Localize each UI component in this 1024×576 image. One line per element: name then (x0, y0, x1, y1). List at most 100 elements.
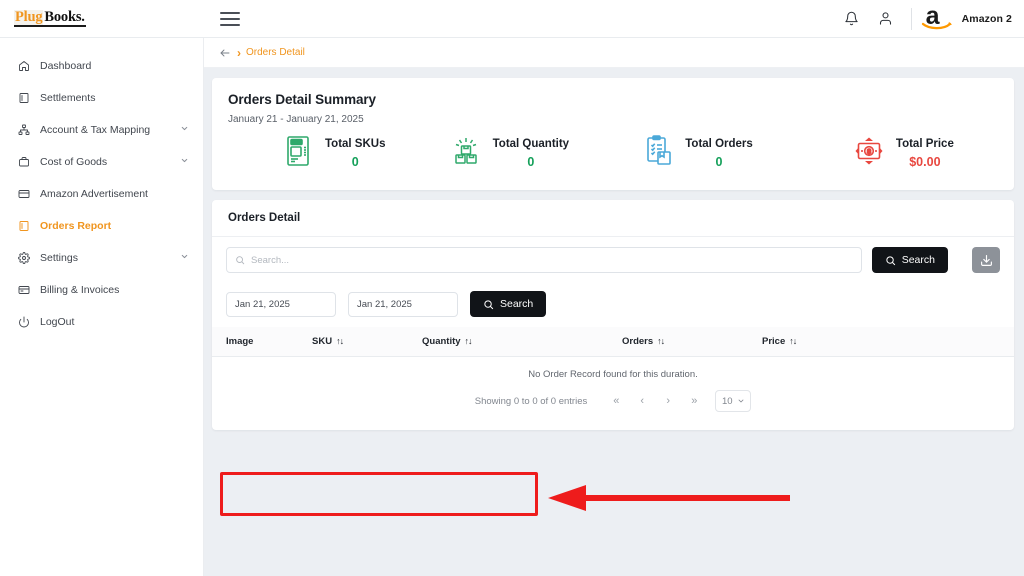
pagination-first-button[interactable]: « (603, 395, 629, 407)
orders-detail-panel: Orders Detail Search... Search Jan 21, 2… (212, 200, 1014, 516)
rows-per-page-value: 10 (721, 395, 733, 407)
sidebar-item-dashboard[interactable]: Dashboard (0, 50, 203, 82)
sidebar-item-cost-of-goods[interactable]: Cost of Goods (0, 146, 203, 178)
column-header-image[interactable]: Image (212, 327, 312, 357)
chevron-down-icon[interactable] (180, 156, 189, 168)
sidebar-item-amazon-advertisement[interactable]: Amazon Advertisement (0, 178, 203, 210)
table-header: Image SKU ↑↓ Quantity ↑↓ Orders ↑↓ Price ↑↓ (212, 327, 1014, 357)
svg-text:$: $ (867, 148, 871, 155)
logo-plug-text: Plug (14, 9, 44, 27)
chevron-down-icon[interactable] (180, 124, 189, 136)
chevron-down-icon[interactable] (180, 252, 189, 264)
sidebar: Dashboard Settlements Account & Tax Mapp… (0, 38, 204, 576)
stat-total-orders: Total Orders 0 (608, 135, 803, 172)
column-header-quantity[interactable]: Quantity ↑↓ (422, 327, 622, 357)
stat-label: Total Quantity (492, 138, 570, 150)
main-content: › Orders Detail Orders Detail Summary Ja… (204, 38, 1024, 576)
logo-books-text: Books. (43, 9, 86, 27)
top-bar: Plug Books. a Amazon 2 (0, 0, 1024, 38)
panel-title: Orders Detail (212, 200, 1014, 237)
stat-total-skus: SKU Total SKUs 0 (228, 135, 414, 172)
user-icon[interactable] (869, 0, 903, 38)
sidebar-item-label: Orders Report (40, 220, 112, 232)
stat-value: $0.00 (909, 155, 941, 169)
date-range-toolbar: Jan 21, 2025 Jan 21, 2025 Search (212, 283, 1014, 327)
report-icon (18, 220, 36, 232)
column-label: Orders (622, 336, 654, 347)
sidebar-item-orders-report[interactable]: Orders Report (0, 210, 203, 242)
sidebar-item-label: Dashboard (40, 60, 92, 72)
date-search-button[interactable]: Search (470, 291, 547, 317)
marketplace-selector[interactable]: a Amazon 2 (920, 3, 1012, 32)
date-from-input[interactable]: Jan 21, 2025 (226, 291, 336, 317)
date-to-input[interactable]: Jan 21, 2025 (348, 291, 458, 317)
search-button[interactable]: Search (871, 247, 948, 273)
summary-stats: SKU Total SKUs 0 Total Quantity 0 Total … (228, 135, 998, 172)
book-icon (18, 92, 36, 104)
sidebar-item-label: Settlements (40, 92, 96, 104)
sidebar-item-label: Account & Tax Mapping (40, 124, 151, 136)
date-search-button-label: Search (500, 298, 534, 310)
date-from-value: Jan 21, 2025 (235, 298, 290, 310)
pagination-prev-button[interactable]: ‹ (629, 395, 655, 407)
gear-icon (18, 252, 36, 264)
showing-entries-text: Showing 0 to 0 of 0 entries (474, 395, 588, 407)
stat-value: 0 (715, 155, 723, 169)
download-button[interactable] (972, 247, 1000, 273)
sort-icon[interactable]: ↑↓ (336, 336, 344, 346)
sku-document-icon: SKU (284, 135, 314, 172)
stat-label: Total SKUs (325, 138, 386, 150)
pagination-bar: Showing 0 to 0 of 0 entries « ‹ › » 10 (212, 384, 1014, 430)
search-placeholder: Search... (251, 254, 290, 266)
rows-per-page-select[interactable]: 10 (715, 390, 752, 412)
bell-icon[interactable] (835, 0, 869, 38)
breadcrumb: › Orders Detail (204, 38, 1024, 68)
sidebar-item-label: Cost of Goods (40, 156, 108, 168)
orders-table: Image SKU ↑↓ Quantity ↑↓ Orders ↑↓ Price ↑↓ (212, 327, 1014, 384)
column-header-sku[interactable]: SKU ↑↓ (312, 327, 422, 357)
sidebar-item-settings[interactable]: Settings (0, 242, 203, 274)
sidebar-item-account-tax-mapping[interactable]: Account & Tax Mapping (0, 114, 203, 146)
orders-summary-card: Orders Detail Summary January 21 - Janua… (212, 78, 1014, 190)
column-header-orders[interactable]: Orders ↑↓ (622, 327, 762, 357)
column-label: Price (762, 336, 786, 347)
sort-icon[interactable]: ↑↓ (789, 336, 797, 346)
sidebar-item-label: LogOut (40, 316, 75, 328)
sidebar-item-label: Settings (40, 252, 78, 264)
search-toolbar: Search... Search (212, 237, 1014, 283)
sidebar-item-label: Billing & Invoices (40, 284, 120, 296)
column-label: SKU (312, 336, 333, 347)
back-arrow-icon[interactable] (218, 47, 232, 59)
column-label: Quantity (422, 336, 461, 347)
column-label: Image (226, 336, 254, 347)
search-input[interactable]: Search... (226, 247, 862, 273)
sidebar-item-logout[interactable]: LogOut (0, 306, 203, 338)
stat-total-price: $ Total Price $0.00 (803, 135, 998, 172)
stat-label: Total Price (895, 138, 954, 150)
sidebar-item-billing-invoices[interactable]: Billing & Invoices (0, 274, 203, 306)
clipboard-box-icon (644, 135, 674, 172)
app-logo[interactable]: Plug Books. (0, 0, 204, 38)
sort-icon[interactable]: ↑↓ (657, 336, 665, 346)
stat-label: Total Orders (685, 138, 753, 150)
top-bar-divider (910, 7, 912, 30)
power-icon (18, 316, 36, 328)
annotation-highlight-box (220, 472, 538, 516)
pagination-next-button[interactable]: › (655, 395, 681, 407)
home-icon (18, 60, 36, 72)
invoice-icon (18, 284, 36, 296)
briefcase-icon (18, 156, 36, 168)
annotation-arrow (548, 485, 790, 511)
column-header-price[interactable]: Price ↑↓ (762, 327, 1014, 357)
breadcrumb-separator: › (237, 45, 241, 60)
hamburger-icon[interactable] (220, 11, 240, 26)
sidebar-item-settlements[interactable]: Settlements (0, 82, 203, 114)
sort-icon[interactable]: ↑↓ (465, 336, 473, 346)
breadcrumb-current[interactable]: Orders Detail (246, 47, 305, 58)
table-body: No Order Record found for this duration. (212, 357, 1014, 385)
svg-text:SKU: SKU (292, 140, 301, 145)
search-icon (236, 256, 245, 265)
sidebar-item-label: Amazon Advertisement (40, 188, 148, 200)
empty-state-message: No Order Record found for this duration. (528, 369, 698, 380)
pagination-last-button[interactable]: » (681, 395, 707, 407)
